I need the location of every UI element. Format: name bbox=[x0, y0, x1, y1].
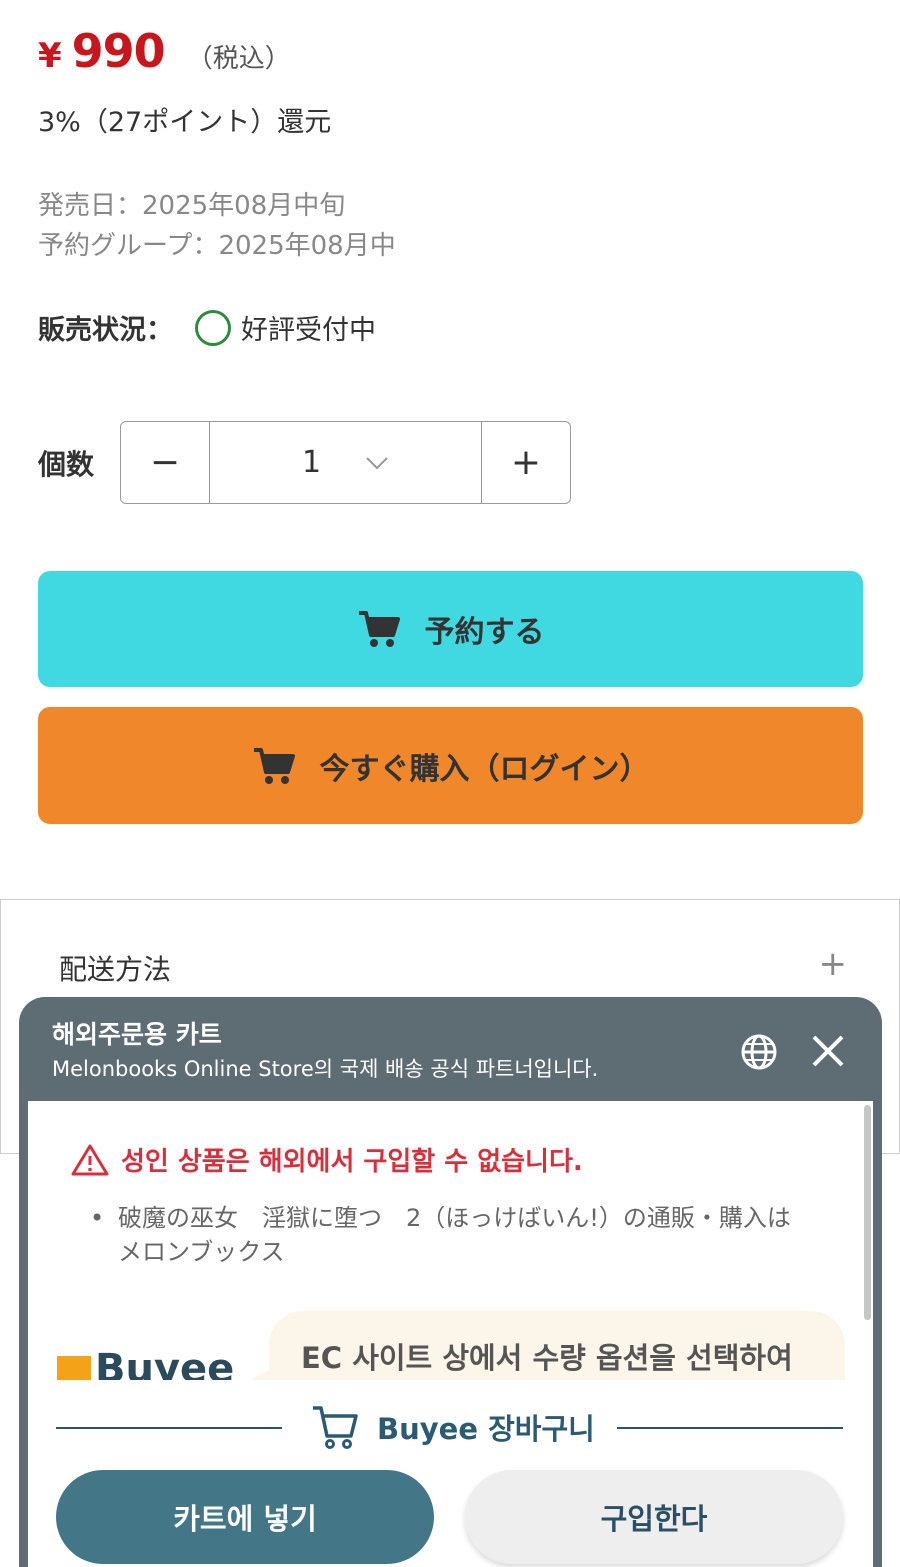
list-item: • 破魔の巫女 淫獄に堕つ 2（ほっけばいん!）の通販・購入はメロンブックス bbox=[90, 1201, 810, 1269]
quantity-label: 個数 bbox=[38, 447, 95, 481]
buy-now-button[interactable]: 今すぐ購入（ログイン） bbox=[38, 707, 863, 824]
quantity-plus-button[interactable]: + bbox=[481, 422, 570, 503]
quantity-value: 1 bbox=[301, 445, 322, 480]
reserve-button[interactable]: 予約する bbox=[38, 571, 863, 687]
quantity-stepper: − 1 + bbox=[120, 421, 571, 504]
quantity-minus-button[interactable]: − bbox=[121, 422, 210, 503]
status-row: 販売状況： 好評受付中 bbox=[38, 308, 376, 347]
tax-note: （税込） bbox=[186, 44, 291, 74]
add-to-cart-button[interactable]: 카트에 넣기 bbox=[56, 1470, 434, 1564]
speech-bubble: EC 사이트 상에서 수량 옵션을 선택하여 bbox=[269, 1311, 845, 1386]
cart-icon bbox=[358, 611, 400, 647]
reserve-group: 予約グループ：2025年08月中 bbox=[38, 231, 396, 261]
buyee-panel: 해외주문용 카트 Melonbooks Online Store의 국제 배송 … bbox=[19, 997, 882, 1567]
item-text: 破魔の巫女 淫獄に堕つ 2（ほっけばいん!）の通販・購入はメロンブックス bbox=[118, 1204, 791, 1266]
bullet-dot: • bbox=[90, 1204, 105, 1232]
close-icon[interactable] bbox=[810, 1033, 846, 1069]
warning-text: 성인 상품은 해외에서 구입할 수 없습니다. bbox=[121, 1147, 583, 1177]
currency-symbol: ¥ bbox=[38, 36, 62, 76]
purchase-button[interactable]: 구입한다 bbox=[465, 1470, 843, 1564]
divider-right bbox=[617, 1427, 843, 1429]
price: 990 bbox=[71, 24, 166, 78]
cart-outline-icon bbox=[313, 1406, 358, 1449]
divider-left bbox=[56, 1427, 282, 1429]
status-circle-icon bbox=[195, 309, 231, 346]
release-info: 発売日：2025年08月中旬 予約グループ：2025年08月中 bbox=[38, 186, 396, 266]
cart-section: Buyee 장바구니 카트에 넣기 구입한다 bbox=[28, 1380, 873, 1567]
globe-icon[interactable] bbox=[740, 1033, 778, 1071]
warning-icon bbox=[71, 1144, 109, 1175]
buy-now-label: 今すぐ購入（ログイン） bbox=[319, 751, 650, 787]
points-text: 3%（27ポイント）還元 bbox=[38, 107, 332, 138]
reserve-label: 予約する bbox=[424, 615, 545, 650]
cart-icon bbox=[253, 747, 295, 784]
quantity-row: 個数 − 1 + bbox=[38, 421, 571, 504]
price-row: ¥ 990 （税込） bbox=[38, 24, 291, 78]
warning-row: 성인 상품은 해외에서 구입할 수 없습니다. bbox=[71, 1141, 583, 1178]
cart-title: Buyee 장바구니 bbox=[311, 1404, 595, 1450]
delivery-title: 配送方法 bbox=[59, 953, 172, 986]
panel-subtitle: Melonbooks Online Store의 국제 배송 공식 파트너입니다… bbox=[52, 1057, 599, 1081]
scrollbar[interactable] bbox=[864, 1105, 871, 1320]
panel-body: 성인 상품은 해외에서 구입할 수 없습니다. • 破魔の巫女 淫獄に堕つ 2（… bbox=[28, 1101, 873, 1386]
quantity-select[interactable]: 1 bbox=[210, 422, 481, 503]
cart-title-text: Buyee 장바구니 bbox=[377, 1412, 595, 1446]
status-value: 好評受付中 bbox=[241, 315, 376, 346]
expand-plus-icon[interactable]: + bbox=[819, 944, 848, 984]
release-date: 発売日：2025年08月中旬 bbox=[38, 191, 346, 221]
panel-title: 해외주문용 카트 bbox=[52, 1020, 222, 1049]
status-label: 販売状況： bbox=[38, 315, 173, 346]
chevron-down-icon bbox=[366, 456, 388, 469]
